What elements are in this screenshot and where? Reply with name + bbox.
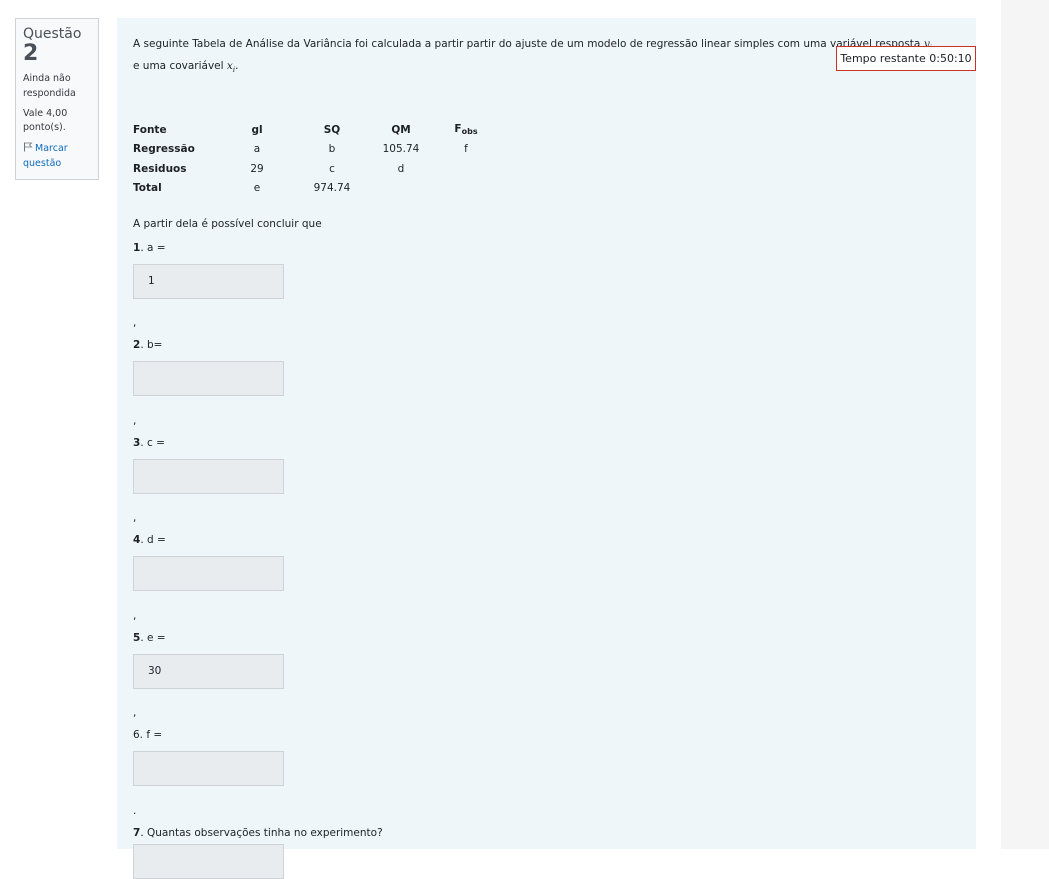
item-label-1: 1. a =: [133, 241, 166, 255]
header-qm: QM: [391, 123, 411, 136]
table-cell: Residuos: [133, 162, 187, 175]
table-cell: [371, 179, 431, 199]
flag-question-link[interactable]: Marcar questão: [23, 141, 91, 171]
header-f: F: [454, 123, 462, 136]
question-state: Ainda não respondida: [23, 73, 76, 99]
table-cell: 105.74: [382, 143, 420, 156]
table-row: Total e 974.74: [133, 179, 501, 199]
table-cell: b: [328, 143, 336, 156]
separator: .: [133, 805, 137, 817]
header-fonte: Fonte: [133, 123, 167, 136]
item-text: . Quantas observações tinha no experimen…: [140, 827, 383, 839]
header-sq: SQ: [323, 123, 341, 136]
question-text-part: .: [235, 60, 239, 73]
anova-table: Fonte gl SQ QM Fobs Regressão a b 105.74…: [133, 120, 501, 198]
intro-text: A partir dela é possível concluir que: [133, 218, 322, 230]
table-row: Regressão a b 105.74 f: [133, 140, 501, 160]
separator: ,: [133, 512, 137, 524]
item-label-6: 6. f =: [133, 728, 162, 742]
answer-input-observations[interactable]: [133, 844, 284, 879]
question-content: A seguinte Tabela de Análise da Variânci…: [117, 18, 976, 879]
covariate-variable: xi: [226, 60, 236, 75]
header-obs: obs: [461, 127, 478, 137]
table-cell: f: [464, 143, 468, 156]
separator: ,: [133, 610, 137, 622]
answer-input-d[interactable]: [133, 556, 284, 591]
item-label-5: 5. e =: [133, 631, 166, 645]
answer-input-b[interactable]: [133, 361, 284, 396]
table-cell: a: [253, 143, 261, 156]
question-grade: Vale 4,00 ponto(s).: [23, 108, 68, 133]
item-text: . c =: [140, 437, 165, 449]
separator: ,: [133, 707, 137, 719]
item-label-4: 4. d =: [133, 533, 166, 547]
item-text: . d =: [140, 534, 166, 546]
time-remaining: Tempo restante 0:50:10: [836, 46, 976, 71]
question-number: 2: [23, 41, 39, 66]
separator: ,: [133, 415, 137, 427]
answer-input-c[interactable]: [133, 459, 284, 494]
item-text: . a =: [140, 242, 166, 254]
table-header-row: Fonte gl SQ QM Fobs: [133, 120, 501, 140]
flag-icon: [24, 142, 33, 152]
table-cell: 974.74: [313, 182, 351, 195]
answer-input-e[interactable]: 30: [133, 654, 284, 689]
item-label-3: 3. c =: [133, 436, 165, 450]
table-cell: c: [329, 162, 335, 175]
table-row: Residuos 29 c d: [133, 159, 501, 179]
answer-input-f[interactable]: [133, 751, 284, 786]
question-text: A seguinte Tabela de Análise da Variânci…: [133, 35, 933, 79]
table-cell: 29: [250, 162, 264, 175]
question-info: Questão 2 Ainda não respondida Vale 4,00…: [15, 18, 99, 180]
table-cell: e: [253, 182, 261, 195]
table-cell: Regressão: [133, 143, 195, 156]
right-drawer: [1001, 0, 1049, 849]
table-cell: [431, 179, 501, 199]
item-text: 6. f =: [133, 729, 163, 741]
table-cell: Total: [133, 182, 162, 195]
table-cell: [431, 159, 501, 179]
answer-input-a[interactable]: 1: [133, 264, 284, 299]
item-text: . e =: [140, 632, 166, 644]
header-fobs: Fobs: [431, 120, 501, 140]
item-label-2: 2. b=: [133, 338, 162, 352]
table-cell: d: [397, 162, 405, 175]
item-text: . b=: [140, 339, 163, 351]
math-x: xi: [226, 60, 236, 75]
question-text-part: A seguinte Tabela de Análise da Variânci…: [133, 38, 924, 50]
item-label-7: 7. Quantas observações tinha no experime…: [133, 826, 383, 840]
separator: ,: [133, 317, 137, 329]
header-gl: gl: [251, 123, 263, 136]
question-text-part: e uma covariável: [133, 60, 227, 73]
